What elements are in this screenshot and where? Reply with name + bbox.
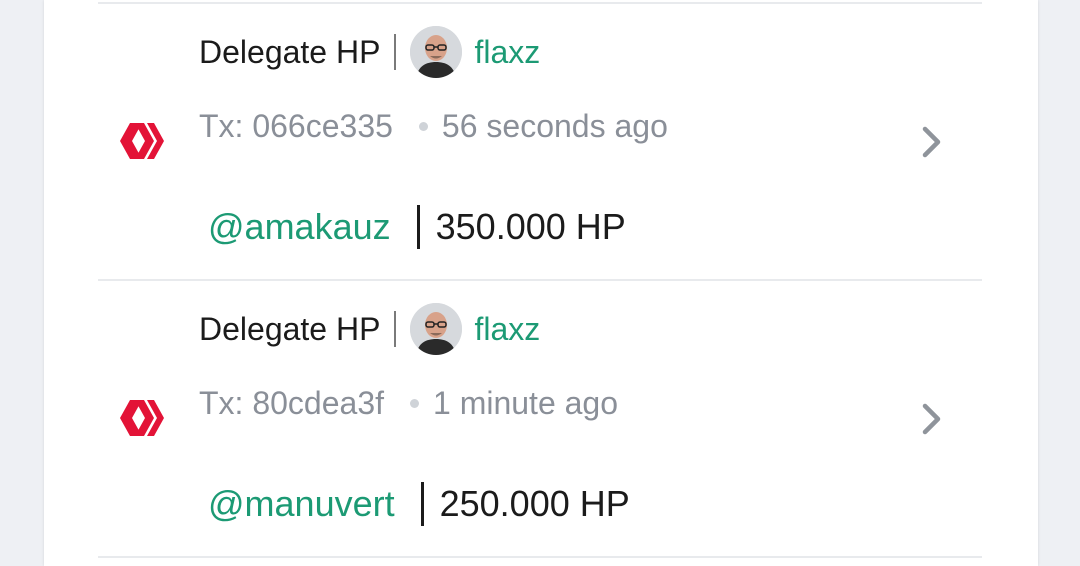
separator — [394, 311, 397, 347]
tx-id-link[interactable]: Tx: 80cdea3f — [199, 385, 384, 422]
transaction-item[interactable]: Delegate HP flaxz Tx: 80cdea3f 1 minute … — [0, 277, 1080, 553]
operation-label: Delegate HP — [199, 310, 381, 347]
chevron-right-icon[interactable] — [918, 124, 946, 160]
meta-dot — [418, 121, 428, 131]
timestamp: 56 seconds ago — [441, 107, 668, 144]
amount: 350.000 HP — [435, 206, 626, 247]
recipient-link[interactable]: @amakauz — [208, 206, 391, 248]
delegation-details: @amakauz 350.000 HP — [208, 202, 626, 252]
operation-label: Delegate HP — [199, 33, 381, 70]
transaction-header: Delegate HP flaxz — [199, 301, 540, 357]
amount: 250.000 HP — [439, 483, 630, 524]
timestamp: 1 minute ago — [433, 384, 619, 421]
divider — [98, 556, 982, 558]
hive-logo-icon — [120, 123, 164, 159]
transaction-header: Delegate HP flaxz — [199, 24, 540, 80]
transaction-meta: Tx: 80cdea3f 1 minute ago — [199, 381, 618, 425]
user-avatar[interactable] — [410, 303, 463, 355]
separator — [420, 482, 424, 526]
separator — [416, 205, 420, 249]
transaction-item[interactable]: Delegate HP flaxz Tx: 066ce335 56 second… — [0, 0, 1080, 276]
recipient-link[interactable]: @manuvert — [208, 483, 395, 525]
chevron-right-icon[interactable] — [918, 401, 946, 437]
delegation-details: @manuvert 250.000 HP — [208, 479, 630, 529]
user-link[interactable]: flaxz — [474, 311, 540, 348]
tx-id-link[interactable]: Tx: 066ce335 — [199, 108, 393, 145]
transaction-meta: Tx: 066ce335 56 seconds ago — [199, 104, 668, 148]
hive-logo-icon — [120, 400, 164, 436]
meta-dot — [410, 398, 419, 408]
separator — [394, 34, 397, 70]
user-link[interactable]: flaxz — [474, 34, 540, 71]
user-avatar[interactable] — [410, 26, 463, 78]
